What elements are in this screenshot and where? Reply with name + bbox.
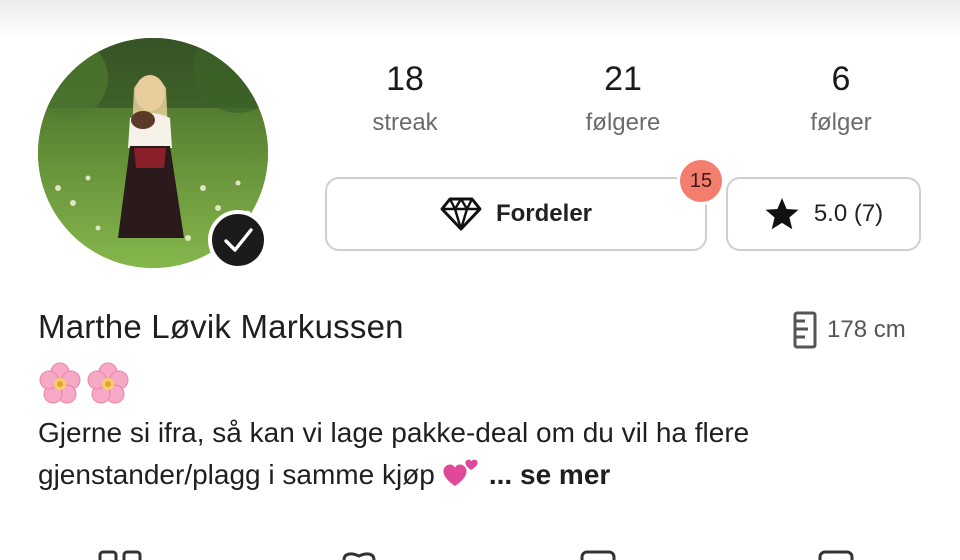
benefits-count-badge: 15 <box>677 157 725 205</box>
benefits-button[interactable]: Fordeler <box>325 177 707 251</box>
stat-following-value: 6 <box>831 60 851 98</box>
cherry-blossom-icon <box>87 362 129 404</box>
profile-page: 18 streak 21 følgere 6 følger Fordeler 1… <box>0 0 960 560</box>
checkmark-icon <box>224 228 253 252</box>
cherry-blossom-icon <box>39 362 81 404</box>
info-tab-icon[interactable] <box>816 550 856 560</box>
verified-badge <box>208 210 268 270</box>
ruler-icon <box>793 311 817 349</box>
bio-text-block: Gjerne si ifra, så kan vi lage pakke-dea… <box>38 412 918 502</box>
reviews-tab-icon[interactable] <box>578 550 618 560</box>
two-hearts-icon <box>441 456 481 502</box>
stat-followers-value: 21 <box>604 60 642 98</box>
rating-label: 5.0 (7) <box>813 200 884 227</box>
see-more-link[interactable]: ... se mer <box>489 459 610 490</box>
stat-streak[interactable]: 18 streak <box>315 58 495 138</box>
diamond-icon <box>440 196 482 232</box>
star-icon <box>764 197 800 231</box>
profile-name: Marthe Løvik Markussen <box>38 308 404 345</box>
stat-streak-value: 18 <box>386 60 424 98</box>
bio-emoji-row <box>38 362 130 406</box>
stat-followers-label: følgere <box>585 109 661 136</box>
bio-text: Gjerne si ifra, så kan vi lage pakke-dea… <box>38 417 750 490</box>
favorites-tab-icon[interactable] <box>336 550 382 560</box>
stat-followers[interactable]: 21 følgere <box>533 58 713 138</box>
height-info: 178 cm <box>793 310 906 350</box>
stat-streak-label: streak <box>372 109 438 136</box>
top-fade <box>0 0 960 40</box>
stat-following[interactable]: 6 følger <box>751 58 931 138</box>
rating-button[interactable]: 5.0 (7) <box>726 177 921 251</box>
benefits-label: Fordeler <box>495 200 593 227</box>
height-value: 178 cm <box>827 316 906 343</box>
stat-following-label: følger <box>810 109 872 136</box>
grid-tab-icon[interactable] <box>98 550 144 560</box>
